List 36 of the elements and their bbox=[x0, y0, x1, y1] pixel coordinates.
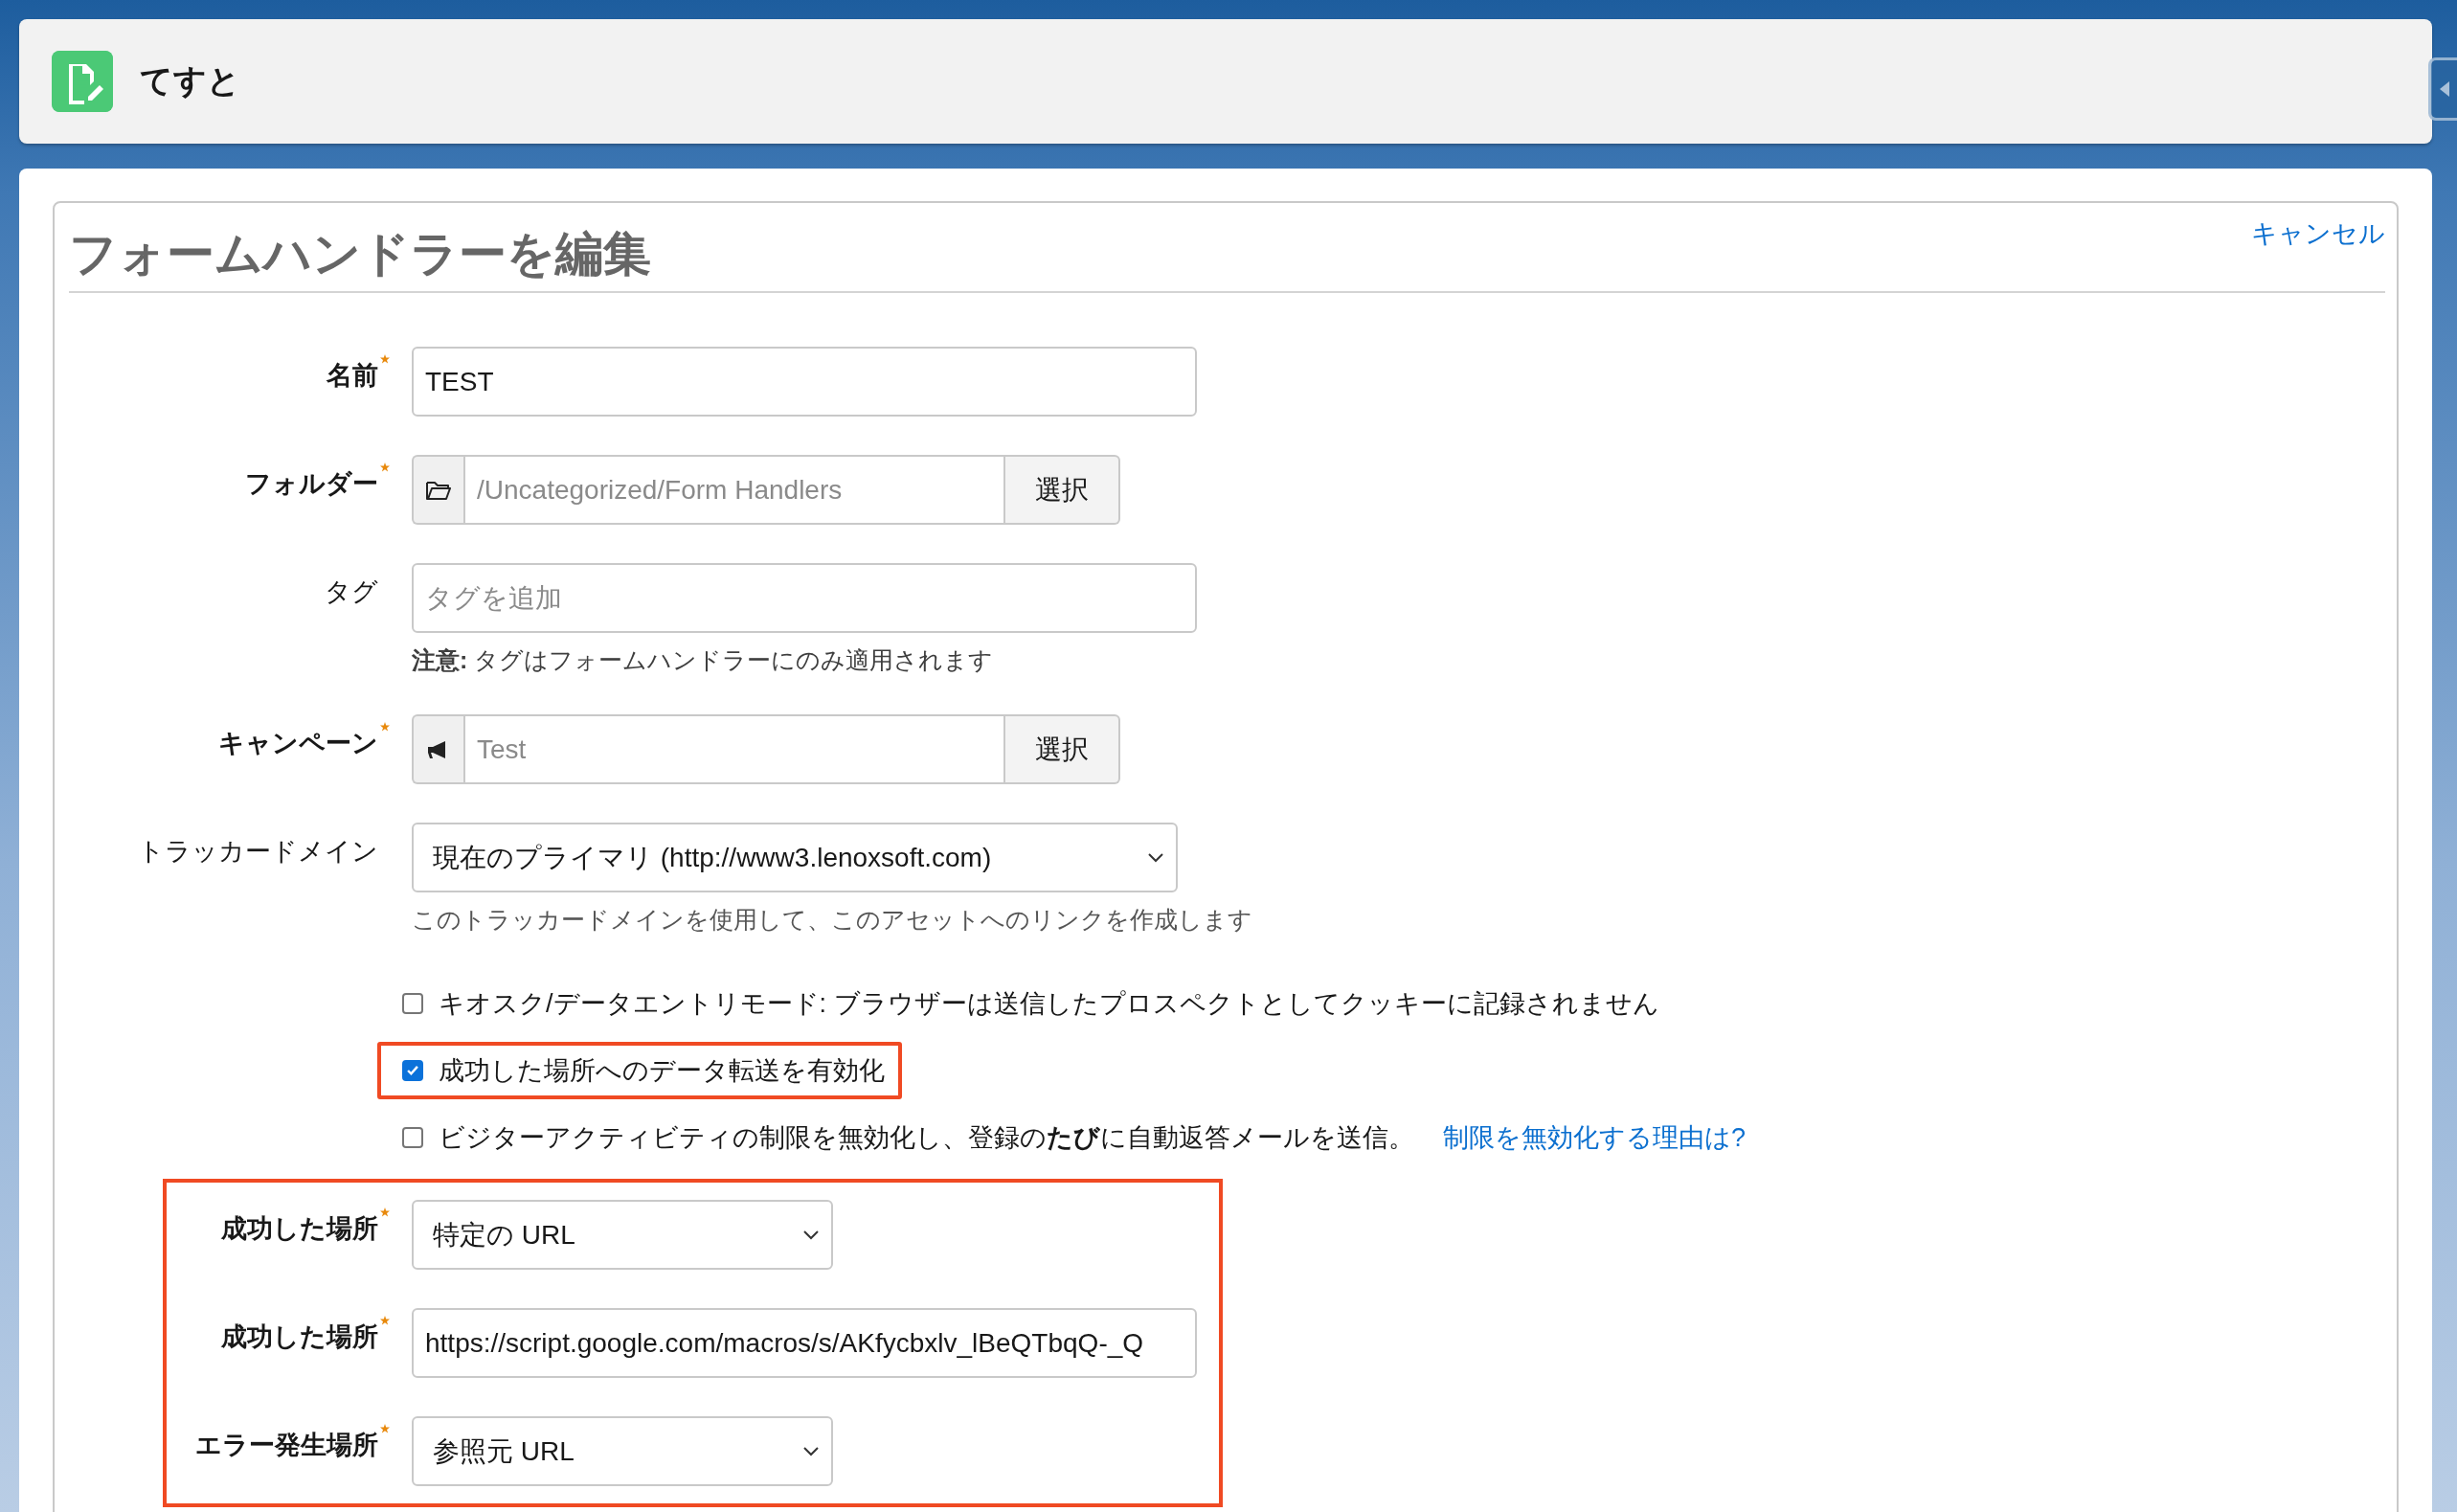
chevron-icon bbox=[1147, 851, 1164, 864]
dropdown[interactable]: 特定の URL bbox=[412, 1200, 833, 1270]
field-label: キャンペーン bbox=[218, 728, 378, 759]
triangle-icon bbox=[2439, 81, 2449, 97]
field-label: 名前 bbox=[327, 360, 378, 392]
dropdown[interactable]: 現在のプライマリ (http://www3.lenoxsoft.com) bbox=[412, 823, 1178, 892]
checkbox[interactable] bbox=[402, 1060, 423, 1081]
text-field[interactable]: タグを追加 bbox=[412, 563, 1197, 633]
text-field[interactable]: TEST bbox=[412, 347, 1197, 417]
help-link[interactable]: 制限を無効化する理由は? bbox=[1443, 1120, 1747, 1155]
checkbox-label: ビジターアクティビティの制限を無効化し、登録のたびに自動返答メールを送信。 bbox=[439, 1122, 1414, 1154]
field-label: フォルダー bbox=[245, 468, 378, 500]
cancel-link[interactable]: キャンセル bbox=[2251, 216, 2385, 251]
chevron-icon bbox=[802, 1445, 820, 1457]
checkbox[interactable] bbox=[402, 1127, 423, 1148]
field-label: エラー発生場所 bbox=[195, 1430, 378, 1461]
form-title: フォームハンドラーを編集 bbox=[69, 226, 651, 282]
panel-toggle[interactable] bbox=[2428, 57, 2457, 121]
page-title: てすと bbox=[140, 61, 240, 101]
document-edit-icon bbox=[52, 51, 113, 112]
field-label: タグ bbox=[325, 576, 378, 608]
select-button[interactable]: 選択 bbox=[1005, 455, 1120, 525]
checkbox[interactable] bbox=[402, 993, 423, 1014]
help-text: 注意: タグはフォームハンドラーにのみ適用されます bbox=[412, 645, 995, 675]
help-text: このトラッカードメインを使用して、このアセットへのリンクを作成します bbox=[412, 905, 1253, 935]
chevron-icon bbox=[802, 1229, 820, 1241]
path-field[interactable]: Test bbox=[463, 714, 1005, 784]
text-field[interactable]: https://script.google.com/macros/s/AKfycbxlv_lBeQTbqQ-_Q bbox=[412, 1308, 1197, 1378]
checkbox-label: 成功した場所へのデータ転送を有効化 bbox=[439, 1055, 885, 1087]
field-label: 成功した場所 bbox=[221, 1213, 378, 1245]
select-button[interactable]: 選択 bbox=[1005, 714, 1120, 784]
checkbox-label: キオスク/データエントリモード: ブラウザーは送信したプロスペクトとしてクッキーに記録されません bbox=[439, 988, 1659, 1020]
dropdown[interactable]: 参照元 URL bbox=[412, 1416, 833, 1486]
field-label: 成功した場所 bbox=[221, 1321, 378, 1353]
field-label: トラッカードメイン bbox=[138, 836, 378, 868]
path-field[interactable]: /Uncategorized/Form Handlers bbox=[463, 455, 1005, 525]
